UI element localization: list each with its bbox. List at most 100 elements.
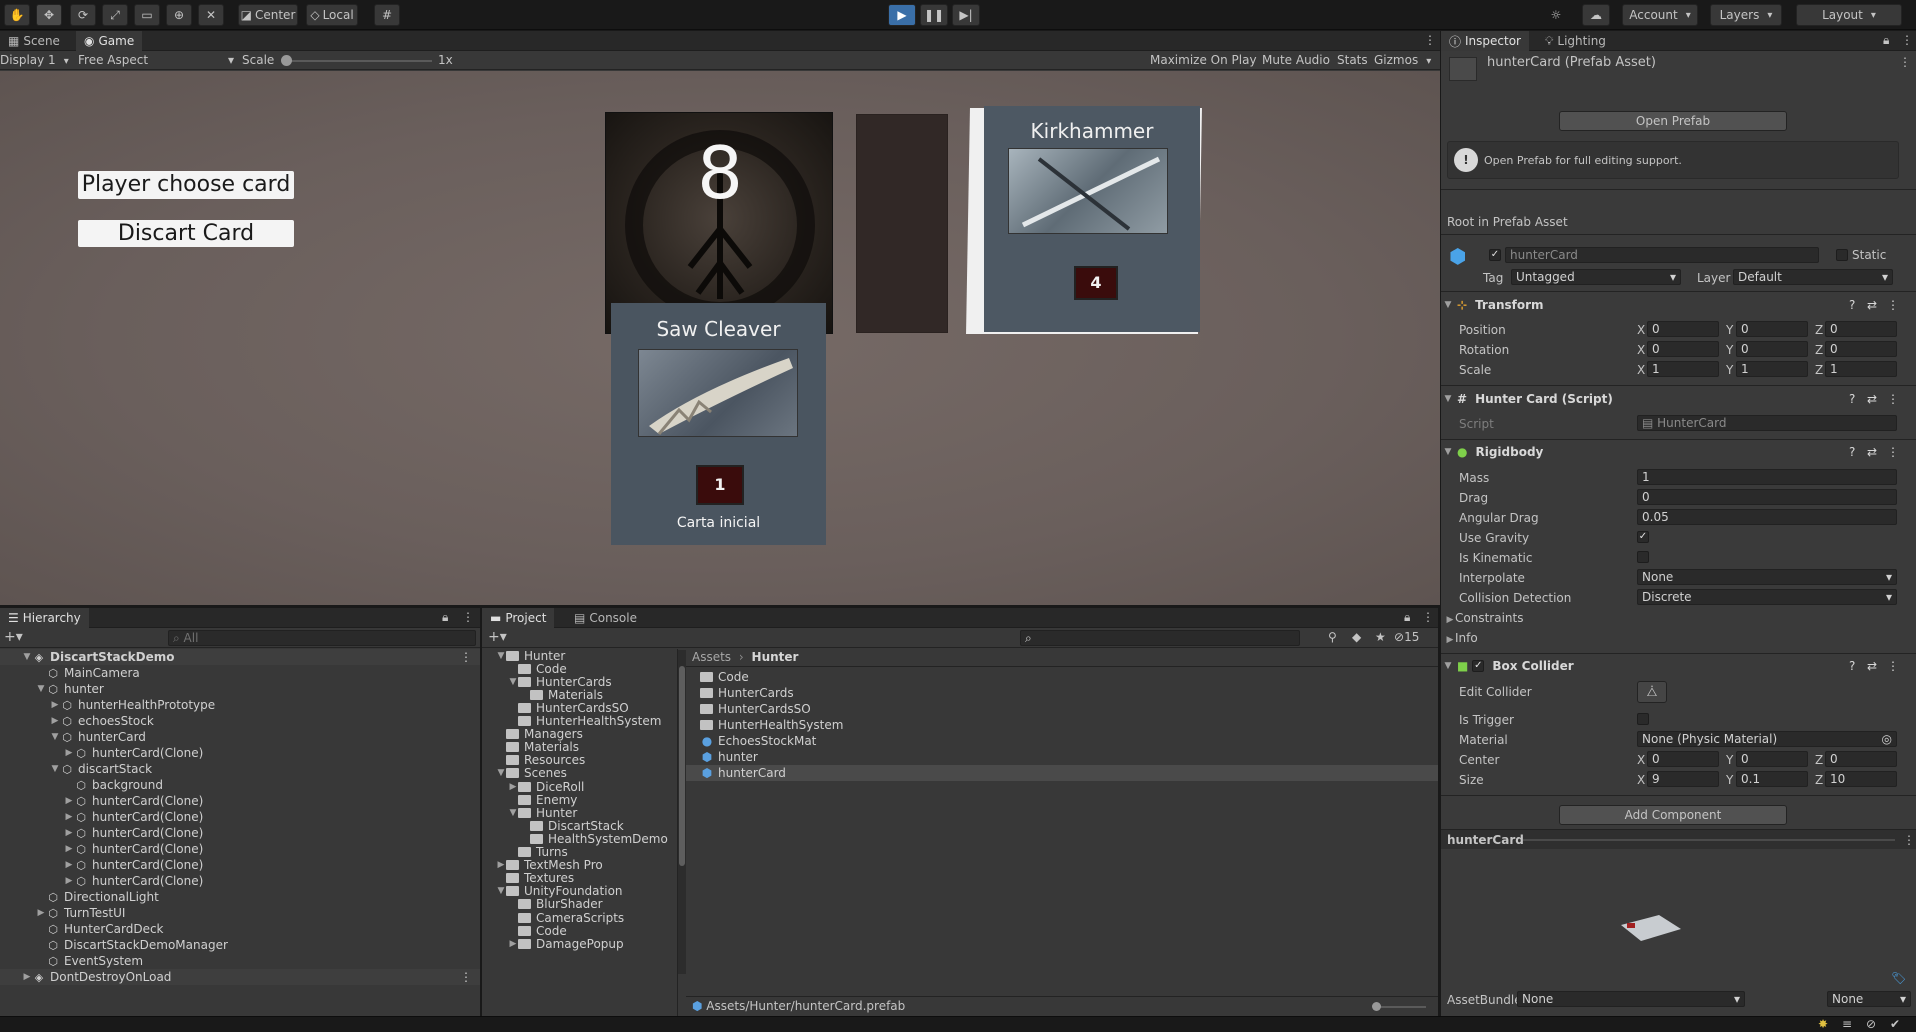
folder-tree-item[interactable]: ▼ Hunter: [482, 649, 677, 663]
aspect-dropdown[interactable]: Free Aspect ▾: [78, 53, 234, 67]
presets-icon[interactable]: ⇄: [1867, 445, 1877, 459]
cache-icon[interactable]: ≡: [1842, 1017, 1852, 1031]
presets-icon[interactable]: ⇄: [1867, 659, 1877, 673]
expand-arrow-icon[interactable]: ▶: [496, 860, 506, 870]
collapse-arrow-icon[interactable]: ▼: [496, 768, 506, 778]
collapse-arrow-icon[interactable]: ▼: [508, 677, 518, 687]
breadcrumb-hunter[interactable]: Hunter: [752, 650, 799, 664]
scene-menu-icon[interactable]: ⋮: [460, 970, 472, 984]
mass-field[interactable]: 1: [1637, 469, 1897, 485]
presets-icon[interactable]: ⇄: [1867, 298, 1877, 312]
size-x-field[interactable]: 9: [1647, 771, 1719, 787]
folder-tree-item[interactable]: ▶ DamagePopup: [482, 937, 677, 951]
script-field[interactable]: ▤ HunterCard: [1637, 415, 1897, 431]
hierarchy-item[interactable]: ▶ ⬡ hunterCard(Clone): [0, 857, 480, 873]
favorite-icon[interactable]: ★: [1375, 630, 1386, 644]
status-check-icon[interactable]: ✔: [1890, 1017, 1900, 1031]
collapse-arrow-icon[interactable]: ▼: [496, 651, 506, 661]
folder-tree-item[interactable]: ▶ DiceRoll: [482, 780, 677, 794]
angular-drag-field[interactable]: 0.05: [1637, 509, 1897, 525]
tab-inspector[interactable]: ⓘ Inspector: [1441, 31, 1529, 51]
collapse-arrow-icon[interactable]: ▼: [496, 886, 506, 896]
tab-game[interactable]: ◉ Game: [76, 31, 143, 51]
hierarchy-item[interactable]: ▼ ◈ DiscartStackDemo ⋮: [0, 649, 480, 665]
hidden-packages-icon[interactable]: ⊘15: [1394, 630, 1419, 644]
expand-arrow-icon[interactable]: ▶: [64, 812, 74, 822]
pivot-center-button[interactable]: ◪ Center: [238, 4, 298, 26]
folder-tree-item[interactable]: HealthSystemDemo: [482, 832, 677, 846]
open-prefab-button[interactable]: Open Prefab: [1559, 111, 1787, 131]
icon-size-slider[interactable]: [1376, 1006, 1426, 1008]
kirkhammer-card[interactable]: Kirkhammer 4: [984, 106, 1200, 332]
position-x-field[interactable]: 0: [1647, 321, 1719, 337]
hierarchy-item[interactable]: ▶ ⬡ hunterHealthPrototype: [0, 697, 480, 713]
folder-tree-item[interactable]: DiscartStack: [482, 819, 677, 833]
layer-dropdown[interactable]: Default ▾: [1733, 269, 1893, 285]
collapse-arrow-icon[interactable]: ▼: [50, 764, 60, 774]
assetbundle-dropdown[interactable]: None ▾: [1517, 991, 1745, 1007]
stats-toggle[interactable]: Stats: [1337, 53, 1368, 67]
center-y-field[interactable]: 0: [1736, 751, 1808, 767]
mute-audio-toggle[interactable]: Mute Audio: [1262, 53, 1330, 67]
tab-hierarchy[interactable]: ☰ Hierarchy: [0, 608, 89, 628]
hierarchy-item[interactable]: ⬡ EventSystem: [0, 953, 480, 969]
hand-tool-icon[interactable]: ✋: [4, 4, 30, 26]
debug-icon[interactable]: ⊘: [1866, 1017, 1876, 1031]
panel-menu-icon[interactable]: ⋮: [1901, 33, 1913, 47]
folder-tree-item[interactable]: ▼ Hunter: [482, 806, 677, 820]
transform-tool-icon[interactable]: ⊕: [166, 4, 192, 26]
expand-arrow-icon[interactable]: ▶: [50, 700, 60, 710]
collapse-arrow-icon[interactable]: ▼: [508, 808, 518, 818]
hierarchy-item[interactable]: ▶ ⬡ hunterCard(Clone): [0, 809, 480, 825]
expand-arrow-icon[interactable]: ▶: [64, 876, 74, 886]
folder-tree-item[interactable]: Code: [482, 662, 677, 676]
rotation-y-field[interactable]: 0: [1736, 341, 1808, 357]
type-filter-icon[interactable]: ⚲: [1328, 630, 1337, 644]
component-menu-icon[interactable]: ⋮: [1887, 298, 1899, 312]
asset-menu-icon[interactable]: ⋮: [1899, 55, 1911, 69]
tab-project[interactable]: ▬ Project: [482, 608, 555, 628]
folder-tree-item[interactable]: HunterHealthSystem: [482, 714, 677, 728]
account-dropdown[interactable]: Account: [1622, 4, 1698, 26]
expand-arrow-icon[interactable]: ▶: [64, 796, 74, 806]
create-icon[interactable]: +▾: [488, 629, 507, 645]
scale-tool-icon[interactable]: ⤢: [102, 4, 128, 26]
object-picker-icon[interactable]: ◎: [1882, 732, 1892, 746]
transform-header[interactable]: ▼ ⊹ Transform ? ⇄ ⋮: [1443, 294, 1916, 316]
folder-tree-item[interactable]: BlurShader: [482, 897, 677, 911]
collapse-arrow-icon[interactable]: ▼: [50, 732, 60, 742]
presets-icon[interactable]: ⇄: [1867, 392, 1877, 406]
asset-item[interactable]: HunterCardsSO: [686, 701, 1438, 717]
folder-tree-item[interactable]: CameraScripts: [482, 911, 677, 925]
folder-tree-item[interactable]: HunterCardsSO: [482, 701, 677, 715]
pivot-local-button[interactable]: ◇ Local: [306, 4, 358, 26]
box-collider-header[interactable]: ▼ ■ ✓ Box Collider ? ⇄ ⋮: [1443, 655, 1916, 677]
expand-arrow-icon[interactable]: ▶: [22, 972, 32, 982]
lock-icon[interactable]: 🔒︎: [1404, 610, 1410, 625]
rotate-tool-icon[interactable]: ⟳: [70, 4, 96, 26]
collapse-arrow-icon[interactable]: ▼: [36, 684, 46, 694]
scale-slider-handle[interactable]: [281, 55, 292, 66]
layout-dropdown[interactable]: Layout: [1796, 4, 1902, 26]
expand-arrow-icon[interactable]: ▶: [64, 748, 74, 758]
active-checkbox[interactable]: ✓: [1489, 249, 1501, 261]
breadcrumb-assets[interactable]: Assets: [692, 650, 731, 664]
folder-tree-item[interactable]: ▼ HunterCards: [482, 675, 677, 689]
custom-tool-icon[interactable]: ✕: [198, 4, 224, 26]
hierarchy-item[interactable]: ▼ ⬡ hunterCard: [0, 729, 480, 745]
hierarchy-item[interactable]: ⬡ HunterCardDeck: [0, 921, 480, 937]
saw-cleaver-card[interactable]: Saw Cleaver 1 Carta inicial: [611, 303, 826, 545]
play-button[interactable]: ▶: [888, 4, 916, 26]
folder-tree-item[interactable]: Resources: [482, 753, 677, 767]
preview-resize-bar[interactable]: [1523, 839, 1895, 841]
folder-tree-item[interactable]: Managers: [482, 727, 677, 741]
position-z-field[interactable]: 0: [1825, 321, 1897, 337]
pause-button[interactable]: ❚❚: [920, 4, 948, 26]
hierarchy-item[interactable]: ▶ ⬡ TurnTestUI: [0, 905, 480, 921]
label-filter-icon[interactable]: ◆: [1352, 630, 1361, 644]
hierarchy-search-input[interactable]: ⌕ All: [168, 630, 476, 646]
deck-card-image[interactable]: 8: [605, 112, 833, 334]
center-x-field[interactable]: 0: [1647, 751, 1719, 767]
label-tag-icon[interactable]: 🏷︎: [1891, 971, 1906, 985]
material-field[interactable]: None (Physic Material) ◎: [1637, 731, 1897, 747]
